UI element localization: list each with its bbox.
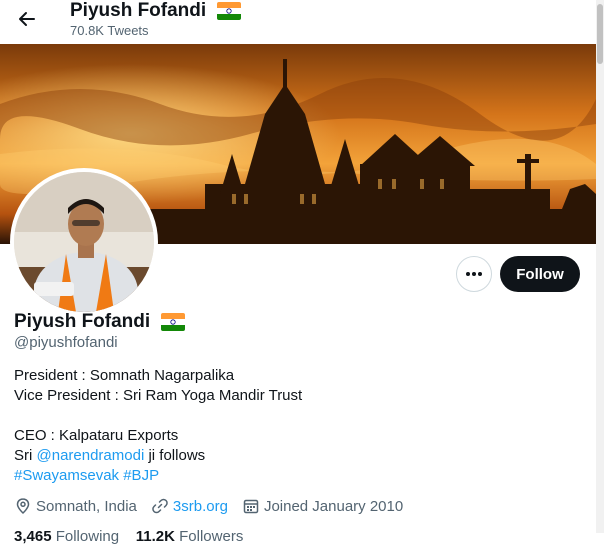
joined-item: Joined January 2010 (242, 497, 403, 515)
profile-bio: President : Somnath Nagarpalika Vice Pre… (14, 366, 574, 486)
profile-meta: Somnath, India 3srb.org Joined January 2… (14, 495, 417, 517)
topbar-title: Piyush Fofandi (70, 0, 242, 22)
bio-line: President : Somnath Nagarpalika (14, 367, 235, 384)
display-name-text: Piyush Fofandi (14, 311, 151, 332)
following-link[interactable]: 3,465 Following (14, 528, 119, 545)
india-flag-icon (161, 312, 186, 331)
tweet-count: 70.8K Tweets (70, 23, 149, 38)
more-horizontal-icon (466, 272, 482, 276)
arrow-left-icon (19, 12, 35, 26)
location-text: Somnath, India (36, 497, 137, 515)
bio-line: Sri @narendramodi ji follows (14, 446, 574, 466)
location-item: Somnath, India (14, 497, 137, 515)
profile-display-name: Piyush Fofandi (14, 310, 186, 334)
mention-link[interactable]: @narendramodi (37, 447, 145, 464)
follow-button[interactable]: Follow (500, 256, 580, 292)
scrollbar-thumb[interactable] (597, 4, 603, 64)
bio-text: ji follows (144, 447, 206, 464)
website-link[interactable]: 3srb.org (173, 498, 228, 515)
follow-stats: 3,465 Following 11.2K Followers (14, 527, 243, 547)
following-label: Following (55, 528, 120, 545)
page-scrollbar[interactable] (596, 0, 604, 533)
profile-handle: @piyushfofandi (14, 334, 118, 351)
bio-blank-line (14, 406, 574, 426)
bio-line: CEO : Kalpataru Exports (14, 427, 179, 444)
location-pin-icon (16, 498, 30, 515)
avatar-image (14, 172, 154, 312)
bio-text: Sri (14, 447, 37, 464)
website-item: 3srb.org (151, 497, 228, 515)
profile-avatar[interactable] (10, 168, 158, 316)
bio-line: Vice President : Sri Ram Yoga Mandir Tru… (14, 387, 303, 404)
following-count: 3,465 (14, 528, 52, 545)
topbar-name: Piyush Fofandi (70, 0, 207, 21)
followers-link[interactable]: 11.2K Followers (136, 528, 244, 545)
back-button[interactable] (12, 4, 42, 34)
more-options-button[interactable] (456, 256, 492, 292)
joined-text: Joined January 2010 (263, 497, 404, 515)
followers-count: 11.2K (135, 528, 175, 545)
calendar-icon (243, 499, 259, 514)
bio-hashtags: #Swayamsevak #BJP (14, 466, 574, 486)
hashtag-link[interactable]: #BJP (123, 467, 159, 484)
profile-topbar: Piyush Fofandi 70.8K Tweets (0, 0, 604, 44)
hashtag-link[interactable]: #Swayamsevak (14, 467, 119, 484)
india-flag-icon (217, 1, 242, 20)
followers-label: Followers (179, 528, 244, 545)
link-icon (152, 498, 168, 514)
